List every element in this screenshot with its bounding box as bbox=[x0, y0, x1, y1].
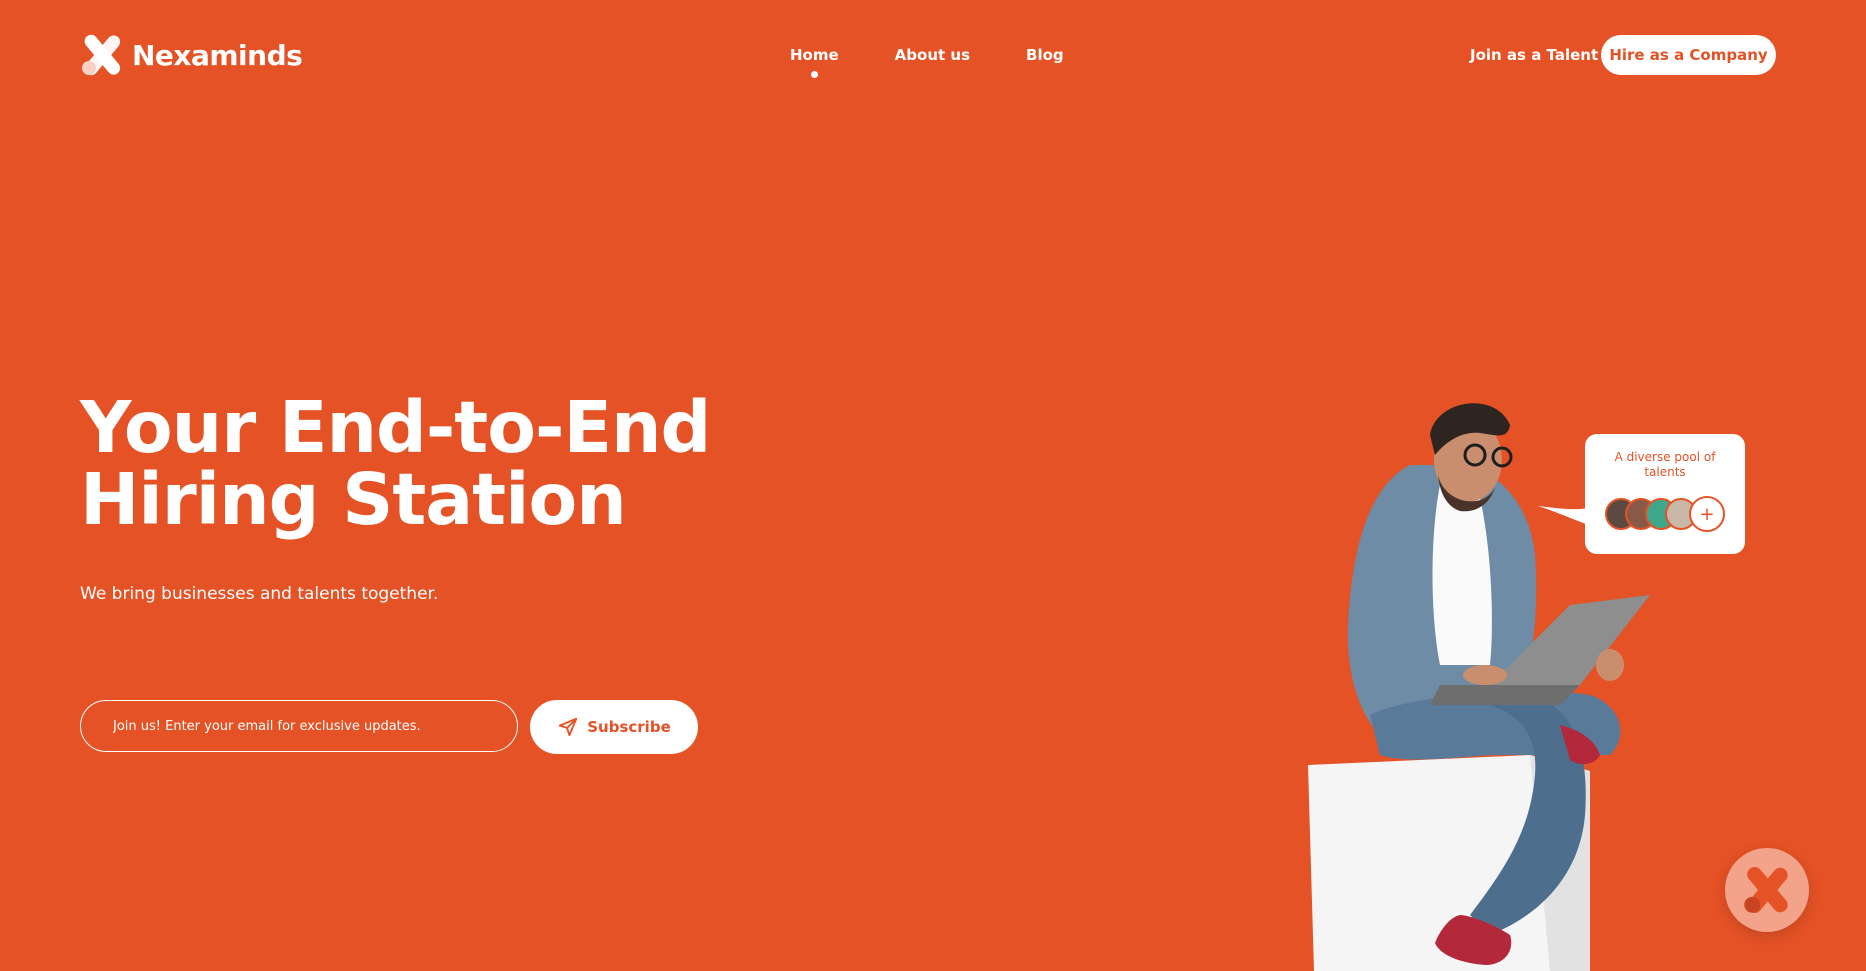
nav-item-about[interactable]: About us bbox=[895, 46, 970, 64]
active-indicator bbox=[810, 71, 818, 78]
nav-item-label: Home bbox=[790, 46, 839, 64]
more-talents-button[interactable]: + bbox=[1689, 496, 1725, 532]
send-icon bbox=[559, 717, 578, 737]
nav-item-label: Blog bbox=[1026, 46, 1064, 64]
nav-item-blog[interactable]: Blog bbox=[1026, 46, 1064, 64]
subscribe-label: Subscribe bbox=[587, 718, 671, 736]
nav-item-home[interactable]: Home bbox=[790, 46, 839, 78]
hero-title: Your End-to-End Hiring Station bbox=[80, 392, 780, 536]
hero-title-line1: Your End-to-End bbox=[80, 386, 711, 469]
landing-page: Nexaminds Home About us Blog Join as a T… bbox=[0, 0, 1866, 971]
x-logo-icon bbox=[1744, 867, 1788, 913]
nav-item-label: About us bbox=[894, 46, 971, 64]
chat-widget-button[interactable] bbox=[1725, 848, 1809, 932]
join-talent-link[interactable]: Join as a Talent bbox=[1470, 46, 1598, 64]
brand-name: Nexaminds bbox=[132, 38, 303, 72]
talent-pool-bubble: A diverse pool of talents + bbox=[1585, 434, 1745, 554]
brand-logo[interactable]: Nexaminds bbox=[80, 33, 303, 77]
talent-pool-text: A diverse pool of talents bbox=[1614, 450, 1716, 479]
x-logo-icon bbox=[82, 34, 121, 76]
subscribe-button[interactable]: Subscribe bbox=[530, 700, 698, 754]
hero-title-line2: Hiring Station bbox=[80, 458, 627, 541]
subscribe-form: Subscribe bbox=[80, 700, 698, 754]
avatar-group: + bbox=[1605, 496, 1725, 532]
hero-subtitle: We bring businesses and talents together… bbox=[80, 584, 439, 604]
hire-company-button[interactable]: Hire as a Company bbox=[1601, 35, 1776, 75]
main-nav: Home About us Blog bbox=[790, 46, 1064, 78]
email-input[interactable] bbox=[80, 700, 518, 752]
